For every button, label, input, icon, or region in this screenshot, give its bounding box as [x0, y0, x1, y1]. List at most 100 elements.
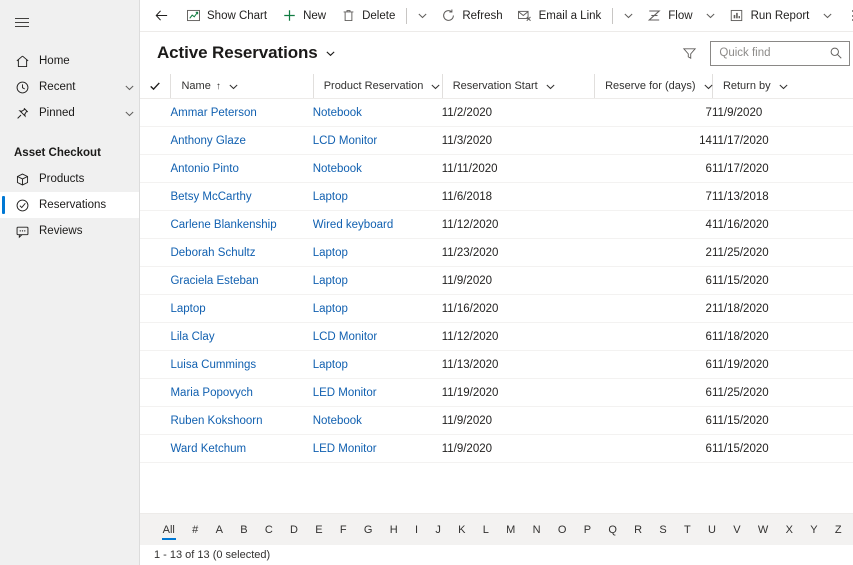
sidebar-item-home[interactable]: Home — [0, 48, 139, 74]
record-link[interactable]: Ruben Kokshoorn — [170, 415, 262, 427]
search-input[interactable] — [719, 47, 829, 59]
column-header-return-by[interactable]: Return by — [711, 74, 853, 99]
row-checkbox[interactable] — [140, 406, 171, 435]
alpha-filter-o[interactable]: O — [549, 519, 575, 541]
cell-product-reservation[interactable]: Notebook — [312, 406, 442, 435]
chevron-down-icon[interactable] — [121, 108, 137, 119]
row-checkbox[interactable] — [140, 238, 171, 267]
row-checkbox[interactable] — [140, 210, 171, 239]
cell-product-reservation[interactable]: Notebook — [312, 154, 442, 183]
record-link[interactable]: Maria Popovych — [170, 387, 252, 399]
chevron-down-icon[interactable] — [228, 81, 239, 92]
flow-button[interactable]: Flow — [639, 1, 699, 31]
cell-product-reservation[interactable]: LCD Monitor — [312, 126, 442, 155]
alpha-filter-z[interactable]: Z — [826, 519, 850, 541]
table-row[interactable]: Antonio Pinto Notebook 11/11/2020 6 11/17/20… — [140, 154, 853, 183]
alpha-filter-f[interactable]: F — [331, 519, 355, 541]
alpha-filter-hash[interactable]: # — [184, 519, 207, 541]
product-link[interactable]: Laptop — [313, 359, 348, 371]
column-header-product-reservation[interactable]: Product Reservation — [312, 74, 442, 99]
refresh-button[interactable]: Refresh — [433, 1, 509, 31]
alpha-filter-q[interactable]: Q — [600, 519, 626, 541]
record-link[interactable]: Betsy McCarthy — [170, 191, 251, 203]
email-a-link-button[interactable]: Email a Link — [510, 1, 609, 31]
cell-product-reservation[interactable]: LED Monitor — [312, 434, 442, 463]
alpha-filter-d[interactable]: D — [281, 519, 306, 541]
view-selector[interactable]: Active Reservations — [157, 43, 336, 63]
cell-name[interactable]: Betsy McCarthy — [170, 182, 313, 211]
table-row[interactable]: Maria Popovych LED Monitor 11/19/2020 6 11/2… — [140, 378, 853, 407]
cell-product-reservation[interactable]: Laptop — [312, 182, 442, 211]
alpha-filter-all[interactable]: All — [154, 519, 184, 541]
row-checkbox[interactable] — [140, 154, 171, 183]
column-header-reservation-start[interactable]: Reservation Start — [441, 74, 595, 99]
alpha-filter-v[interactable]: V — [725, 519, 750, 541]
product-link[interactable]: Laptop — [313, 303, 348, 315]
cell-name[interactable]: Luisa Cummings — [170, 350, 313, 379]
delete-button[interactable]: Delete — [333, 1, 402, 31]
cell-name[interactable]: Laptop — [170, 294, 313, 323]
product-link[interactable]: LCD Monitor — [313, 331, 378, 343]
checkmark-icon[interactable] — [140, 74, 170, 98]
cell-name[interactable]: Deborah Schultz — [170, 238, 313, 267]
cell-product-reservation[interactable]: Laptop — [312, 294, 442, 323]
cell-name[interactable]: Carlene Blankenship — [170, 210, 313, 239]
chevron-down-icon[interactable] — [411, 1, 433, 31]
table-row[interactable]: Ruben Kokshoorn Notebook 11/9/2020 6 11/15/2… — [140, 406, 853, 435]
record-link[interactable]: Graciela Esteban — [170, 275, 258, 287]
record-link[interactable]: Deborah Schultz — [170, 247, 255, 259]
search-icon[interactable] — [828, 45, 844, 61]
column-header-name[interactable]: Name ↑ — [170, 74, 313, 99]
sidebar-item-recent[interactable]: Recent — [0, 74, 139, 100]
chevron-down-icon[interactable] — [617, 1, 639, 31]
back-arrow-icon[interactable] — [146, 1, 176, 31]
cell-product-reservation[interactable]: LED Monitor — [312, 378, 442, 407]
sidebar-item-pinned[interactable]: Pinned — [0, 100, 139, 126]
product-link[interactable]: LED Monitor — [313, 443, 377, 455]
row-checkbox[interactable] — [140, 434, 171, 463]
alpha-filter-h[interactable]: H — [381, 519, 406, 541]
record-link[interactable]: Ammar Peterson — [170, 107, 256, 119]
alpha-filter-l[interactable]: L — [474, 519, 497, 541]
product-link[interactable]: Laptop — [313, 247, 348, 259]
cell-name[interactable]: Antonio Pinto — [170, 154, 313, 183]
filter-icon[interactable] — [676, 40, 702, 66]
product-link[interactable]: LCD Monitor — [313, 135, 378, 147]
alpha-filter-u[interactable]: U — [699, 519, 724, 541]
row-checkbox[interactable] — [140, 266, 171, 295]
alpha-filter-j[interactable]: J — [427, 519, 450, 541]
alpha-filter-g[interactable]: G — [355, 519, 381, 541]
product-link[interactable]: Notebook — [313, 415, 362, 427]
alpha-filter-b[interactable]: B — [232, 519, 257, 541]
record-link[interactable]: Laptop — [170, 303, 205, 315]
alpha-filter-i[interactable]: I — [406, 519, 426, 541]
cell-name[interactable]: Maria Popovych — [170, 378, 313, 407]
select-all-checkbox[interactable] — [140, 74, 171, 99]
cell-product-reservation[interactable]: Notebook — [312, 98, 442, 127]
chevron-down-icon[interactable] — [778, 81, 789, 92]
chevron-down-icon[interactable] — [545, 81, 556, 92]
cell-product-reservation[interactable]: Wired keyboard — [312, 210, 442, 239]
alpha-filter-x[interactable]: X — [777, 519, 802, 541]
alpha-filter-k[interactable]: K — [449, 519, 474, 541]
alpha-filter-r[interactable]: R — [626, 519, 651, 541]
cell-name[interactable]: Graciela Esteban — [170, 266, 313, 295]
alpha-filter-e[interactable]: E — [307, 519, 332, 541]
cell-product-reservation[interactable]: Laptop — [312, 266, 442, 295]
record-link[interactable]: Lila Clay — [170, 331, 214, 343]
cell-name[interactable]: Lila Clay — [170, 322, 313, 351]
product-link[interactable]: Wired keyboard — [313, 219, 394, 231]
new-button[interactable]: New — [274, 1, 333, 31]
alpha-filter-a[interactable]: A — [207, 519, 232, 541]
alpha-filter-t[interactable]: T — [675, 519, 699, 541]
more-commands-icon[interactable] — [842, 1, 853, 31]
record-link[interactable]: Carlene Blankenship — [170, 219, 276, 231]
table-row[interactable]: Betsy McCarthy Laptop 11/6/2018 7 11/13/2018 — [140, 182, 853, 211]
hamburger-menu-icon[interactable] — [2, 6, 42, 38]
cell-product-reservation[interactable]: LCD Monitor — [312, 322, 442, 351]
product-link[interactable]: Laptop — [313, 275, 348, 287]
table-row[interactable]: Anthony Glaze LCD Monitor 11/3/2020 14 11/17… — [140, 126, 853, 155]
sidebar-item-products[interactable]: Products — [0, 166, 139, 192]
alpha-filter-s[interactable]: S — [651, 519, 676, 541]
record-link[interactable]: Anthony Glaze — [170, 135, 245, 147]
